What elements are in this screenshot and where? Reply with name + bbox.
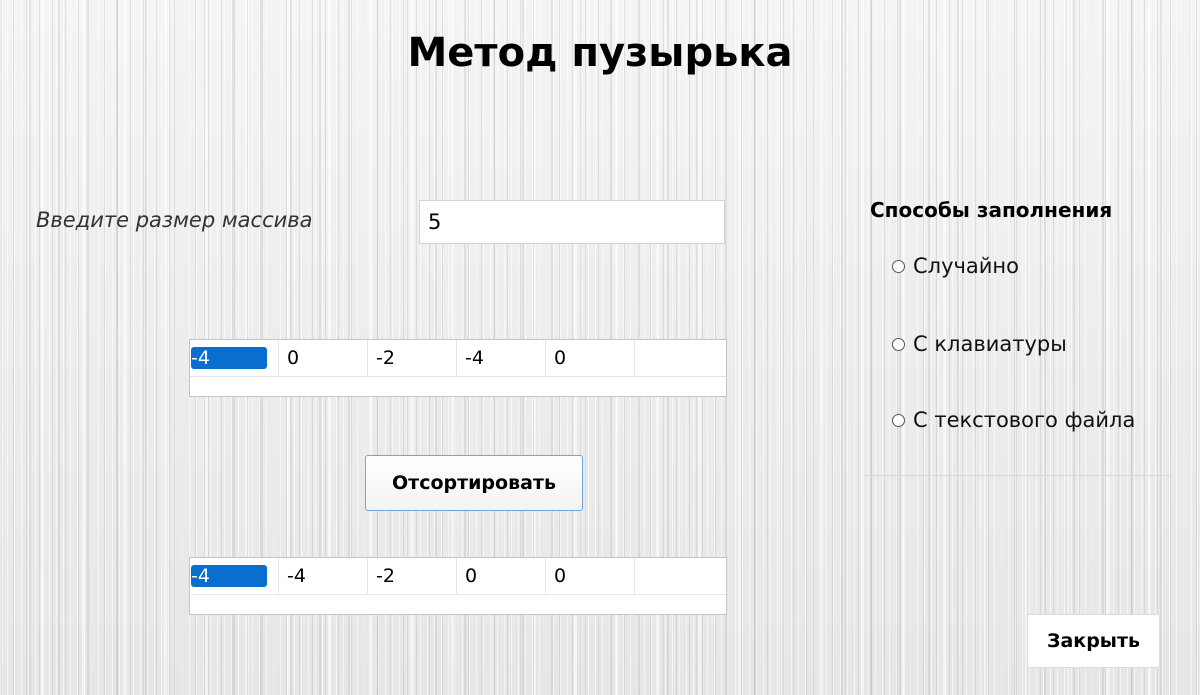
radio-label: С клавиатуры	[913, 332, 1067, 356]
radio-random[interactable]: Случайно	[892, 254, 1019, 278]
sort-button[interactable]: Отсортировать	[365, 455, 583, 511]
grid-cell[interactable]: -4	[457, 340, 546, 376]
grid-cell-selected[interactable]: -4	[190, 340, 279, 376]
grid-row: -4 -4 -2 0 0	[190, 558, 726, 595]
grid-row: -4 0 -2 -4 0	[190, 340, 726, 377]
array-size-label: Введите размер массива	[36, 208, 313, 232]
grid-cell[interactable]: 0	[457, 558, 546, 594]
grid-cell[interactable]: 0	[546, 340, 635, 376]
close-button[interactable]: Закрыть	[1027, 614, 1160, 668]
array-size-input[interactable]	[419, 200, 725, 244]
radio-circle-icon[interactable]	[892, 259, 905, 273]
radio-circle-icon[interactable]	[892, 337, 905, 351]
radio-label: Случайно	[913, 254, 1020, 278]
grid-cell[interactable]: 0	[279, 340, 368, 376]
grid-cell-selected[interactable]: -4	[190, 558, 279, 594]
grid-cell[interactable]: -4	[279, 558, 368, 594]
grid-cell[interactable]: -2	[368, 558, 457, 594]
radio-label: С текстового файла	[913, 408, 1136, 432]
grid-cell[interactable]: -2	[368, 340, 457, 376]
radio-text-file[interactable]: С текстового файла	[892, 408, 1135, 432]
grid-cell[interactable]: 0	[546, 558, 635, 594]
fill-methods-group: Способы заполнения Случайно С клавиатуры…	[864, 190, 1170, 476]
fill-methods-title: Способы заполнения	[870, 198, 1113, 222]
page-title: Метод пузырька	[407, 30, 793, 76]
radio-circle-icon[interactable]	[892, 413, 905, 427]
sorted-array-grid[interactable]: -4 -4 -2 0 0	[189, 557, 727, 615]
input-array-grid[interactable]: -4 0 -2 -4 0	[189, 339, 727, 397]
radio-keyboard[interactable]: С клавиатуры	[892, 332, 1067, 356]
